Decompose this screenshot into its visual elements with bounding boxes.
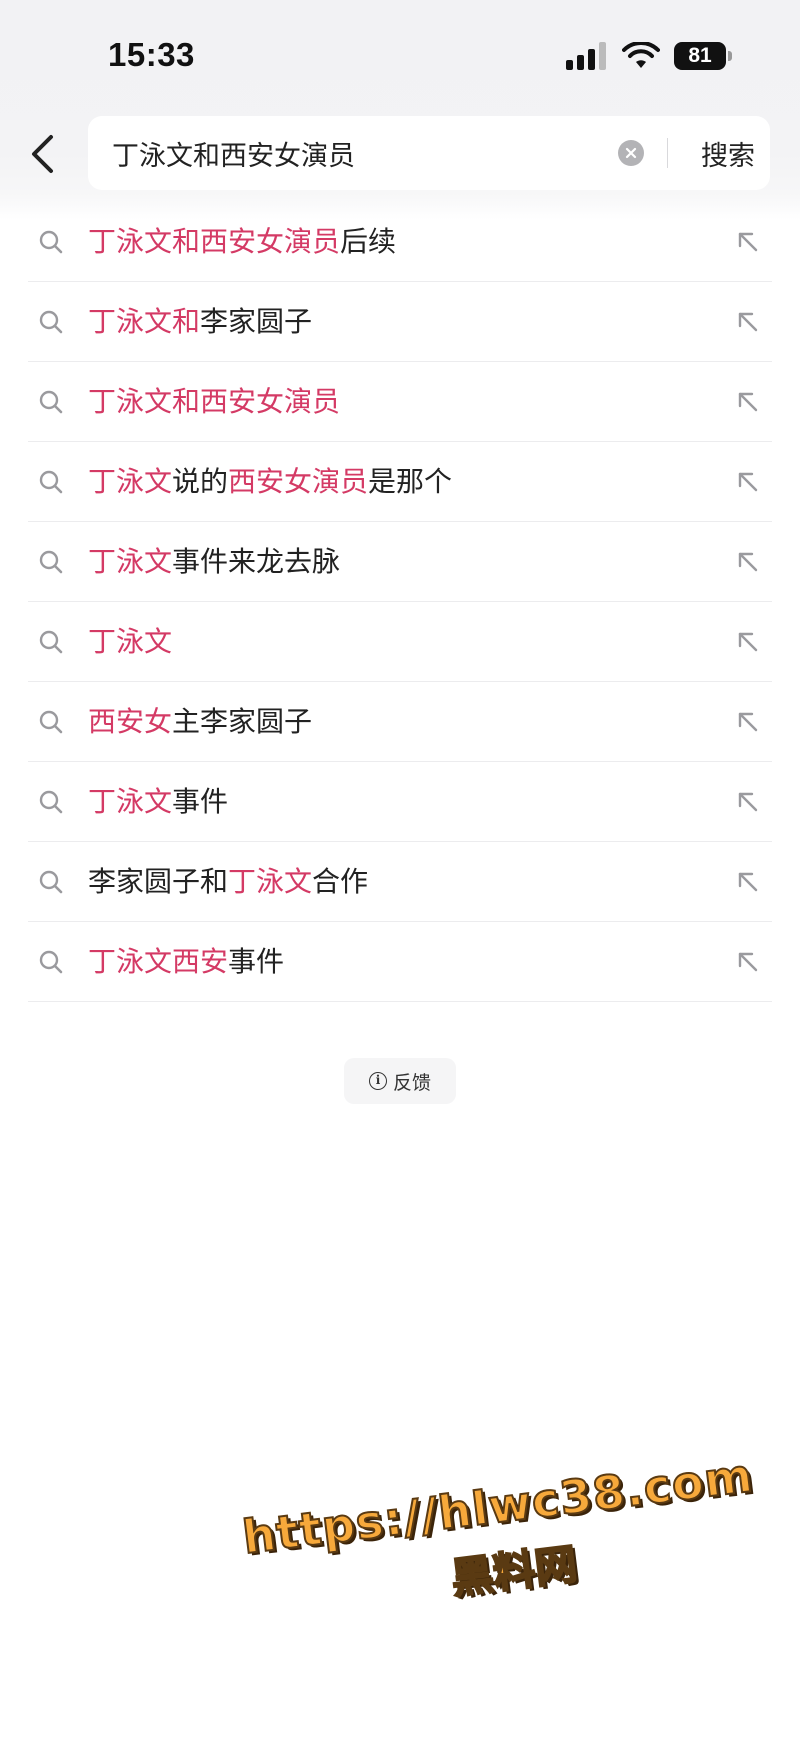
suggestion-text: 丁泳文事件 [88,762,228,842]
suggestion-term: 后续 [340,225,397,258]
suggestion-text: 丁泳文和西安女演员 [88,362,340,442]
search-icon [39,710,63,734]
highlighted-term: 丁泳文 [88,625,173,658]
wifi-icon [622,42,660,68]
suggestion-item[interactable]: 丁泳文和李家圆子 [28,282,772,362]
highlighted-term: 丁泳文西安 [88,945,229,978]
suggestion-item[interactable]: 西安女主李家圆子 [28,682,772,762]
highlighted-term: 丁泳文 [88,545,173,578]
suggestion-list: 丁泳文和西安女演员后续 丁泳文和李家圆子 丁泳文和西安女演员 丁泳文说的西安女演员是那… [28,202,772,1002]
fill-query-arrow-icon[interactable] [734,548,762,576]
suggestion-item[interactable]: 丁泳文和西安女演员 [28,362,772,442]
search-icon [39,470,63,494]
suggestion-term: 事件来龙去脉 [172,545,341,578]
back-button[interactable] [22,130,62,178]
suggestion-text: 李家圆子和丁泳文合作 [88,842,368,922]
fill-query-arrow-icon[interactable] [734,948,762,976]
feedback-label: 反馈 [392,1071,431,1094]
highlighted-term: 丁泳文 [88,465,173,498]
suggestion-item[interactable]: 丁泳文 [28,602,772,682]
highlighted-term: 西安女 [88,705,173,738]
highlighted-term: 丁泳文和 [88,305,201,338]
suggestion-term: 李家圆子 [200,305,313,338]
status-icons: 81 [566,42,732,70]
suggestion-text: 丁泳文和西安女演员后续 [88,202,396,282]
suggestion-item[interactable]: 丁泳文西安事件 [28,922,772,1002]
fill-query-arrow-icon[interactable] [734,308,762,336]
suggestion-item[interactable]: 丁泳文事件 [28,762,772,842]
suggestion-item[interactable]: 丁泳文事件来龙去脉 [28,522,772,602]
fill-query-arrow-icon[interactable] [734,228,762,256]
suggestion-text: 西安女主李家圆子 [88,682,312,762]
suggestion-term: 李家圆子和 [88,865,229,898]
fill-query-arrow-icon[interactable] [734,388,762,416]
info-icon: i [368,1072,387,1090]
highlighted-term: 丁泳文和西安女演员 [88,385,341,418]
highlighted-term: 丁泳文 [88,785,173,818]
suggestion-item[interactable]: 丁泳文和西安女演员后续 [28,202,772,282]
search-divider [667,138,668,168]
suggestion-term: 合作 [312,865,369,898]
search-icon [39,790,63,814]
search-submit-button[interactable]: 搜索 [690,116,766,190]
close-icon [625,147,637,159]
suggestion-term: 主李家圆子 [172,705,313,738]
fill-query-arrow-icon[interactable] [734,708,762,736]
suggestion-term: 事件 [228,945,285,978]
watermark: https://hlwc38.com 黑料网 [239,1447,757,1679]
search-icon [39,230,63,254]
suggestion-term: 说的 [172,465,229,498]
search-icon [39,870,63,894]
suggestion-text: 丁泳文和李家圆子 [88,282,312,362]
search-icon [39,390,63,414]
battery-icon: 81 [674,42,732,70]
status-time: 15:33 [108,36,195,73]
suggestion-text: 丁泳文事件来龙去脉 [88,522,340,602]
suggestion-item[interactable]: 李家圆子和丁泳文合作 [28,842,772,922]
search-icon [39,550,63,574]
search-icon [39,950,63,974]
search-suggestions-screen: 15:33 81 搜索 丁泳文和西安女 [0,0,800,1739]
highlighted-term: 丁泳文和西安女演员 [88,225,341,258]
suggestion-term: 事件 [172,785,229,818]
suggestion-text: 丁泳文 [88,602,172,682]
fill-query-arrow-icon[interactable] [734,868,762,896]
chevron-left-icon [32,135,53,173]
clear-button[interactable] [618,140,644,166]
highlighted-term: 西安女演员 [228,465,369,498]
battery-level: 81 [688,44,712,67]
search-icon [39,310,63,334]
fill-query-arrow-icon[interactable] [734,468,762,496]
search-input[interactable] [112,116,582,190]
search-bar: 搜索 [88,116,770,190]
feedback-button[interactable]: i 反馈 [344,1058,456,1104]
search-icon [39,630,63,654]
fill-query-arrow-icon[interactable] [734,788,762,816]
fill-query-arrow-icon[interactable] [734,628,762,656]
highlighted-term: 丁泳文 [228,865,313,898]
cellular-signal-icon [566,42,608,70]
suggestion-term: 是那个 [368,465,453,498]
suggestion-text: 丁泳文说的西安女演员是那个 [88,442,452,522]
suggestion-text: 丁泳文西安事件 [88,922,284,1002]
suggestion-item[interactable]: 丁泳文说的西安女演员是那个 [28,442,772,522]
